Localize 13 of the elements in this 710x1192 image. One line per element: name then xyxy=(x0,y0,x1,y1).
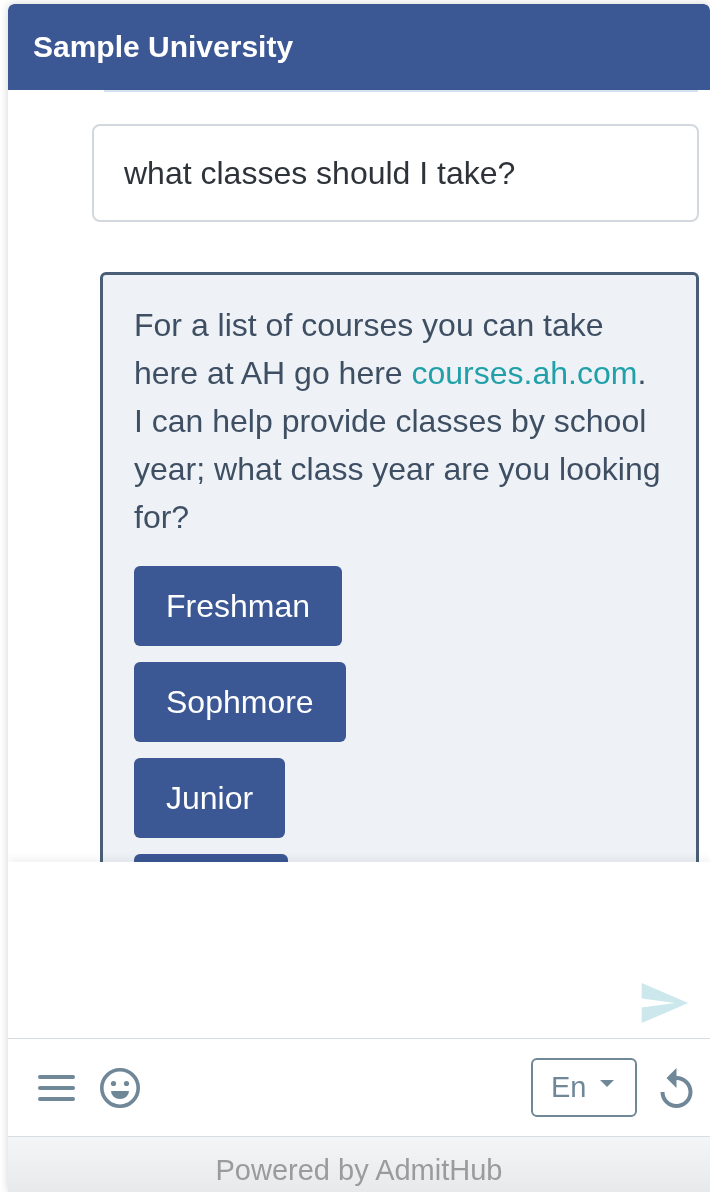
message-input[interactable] xyxy=(8,862,640,1038)
header-title: Sample University xyxy=(33,32,294,62)
refresh-icon[interactable] xyxy=(660,1067,693,1108)
emoji-icon[interactable] xyxy=(100,1067,140,1108)
language-dropdown[interactable]: En xyxy=(531,1058,637,1117)
quick-reply-button[interactable]: Junior xyxy=(134,758,286,838)
quick-reply-button[interactable]: Freshman xyxy=(134,566,343,646)
caret-icon xyxy=(600,1080,615,1087)
message-text: For a list of courses you can take here at AH go here courses.ah.com. I can help provide classes by school year; what class year are you looking for? xyxy=(134,306,662,537)
footer-text: Powered by AdmitHub xyxy=(215,1156,503,1185)
quick-reply-button[interactable]: Sophmore xyxy=(134,662,346,742)
user-message: what classes should I take? xyxy=(92,124,699,222)
menu-icon[interactable] xyxy=(38,1074,75,1101)
